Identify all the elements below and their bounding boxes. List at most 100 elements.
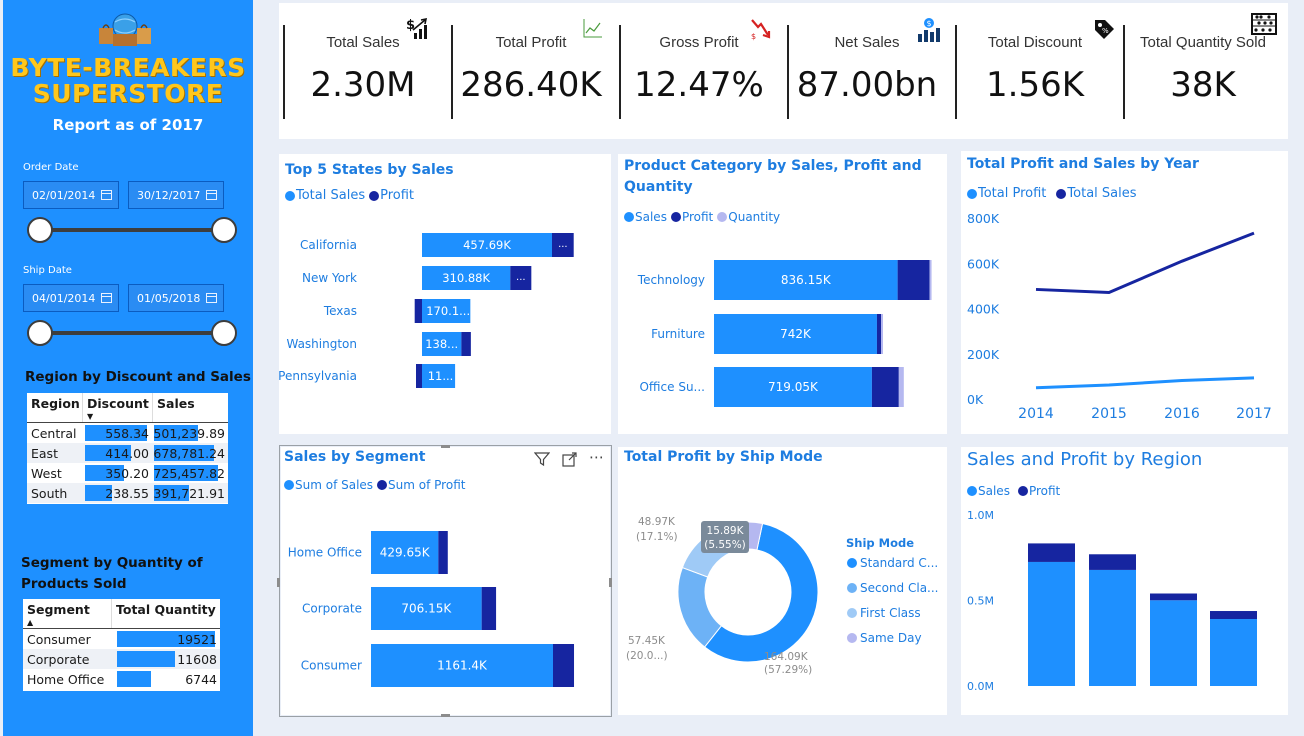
sales-data-label: 706.15K bbox=[401, 602, 452, 616]
sidebar: BYTE-BREAKERS SUPERSTORE Report as of 20… bbox=[3, 0, 253, 736]
profit-bar[interactable] bbox=[438, 531, 448, 574]
sales-column-west[interactable] bbox=[1028, 561, 1075, 686]
ship-date-slider-track[interactable] bbox=[41, 331, 227, 335]
table-row[interactable]: Corporate 11608 bbox=[23, 649, 220, 669]
ship-date-start-input[interactable]: 04/01/2014 bbox=[23, 284, 119, 312]
order-date-slider-end-handle[interactable] bbox=[211, 217, 237, 243]
legend-dot[interactable] bbox=[847, 633, 857, 643]
legend-dot[interactable] bbox=[847, 558, 857, 568]
table-row[interactable]: East 414.00 678,781.24 bbox=[27, 443, 228, 463]
profit-column-south[interactable] bbox=[1210, 611, 1257, 620]
price-tag-icon: % bbox=[1095, 20, 1114, 39]
year-trend-card[interactable]: Total Profit and Sales by Year Total Pro… bbox=[961, 151, 1288, 434]
region-name: Central bbox=[31, 425, 77, 441]
calendar-icon[interactable] bbox=[101, 293, 112, 303]
legend-item-label[interactable]: First Class bbox=[860, 606, 921, 620]
product-category-bar-chart: Technology 836.15K Furniture 742K Office Su.… bbox=[637, 260, 932, 407]
order-date-start-input[interactable]: 02/01/2014 bbox=[23, 181, 119, 209]
profit-bar[interactable] bbox=[481, 587, 497, 630]
column-header-region[interactable]: Region bbox=[27, 393, 82, 422]
calendar-icon[interactable] bbox=[206, 293, 217, 303]
order-date-end-value: 30/12/2017 bbox=[137, 189, 201, 202]
svg-text:%: % bbox=[1102, 27, 1109, 35]
ship-date-label: Ship Date bbox=[23, 265, 72, 276]
profit-bar[interactable] bbox=[416, 364, 422, 388]
resize-handle[interactable] bbox=[441, 445, 450, 448]
calendar-icon[interactable] bbox=[206, 190, 217, 200]
quantity-bar[interactable] bbox=[881, 314, 884, 354]
trend-down-icon: $ bbox=[751, 19, 771, 41]
column-header-discount-label: Discount bbox=[87, 396, 149, 411]
quantity-cell: 19521 bbox=[111, 629, 220, 649]
ship-date-slider-start-handle[interactable] bbox=[27, 320, 53, 346]
legend-dot[interactable] bbox=[847, 583, 857, 593]
order-date-end-input[interactable]: 30/12/2017 bbox=[128, 181, 224, 209]
order-date-slider-start-handle[interactable] bbox=[27, 217, 53, 243]
resize-handle[interactable] bbox=[277, 578, 280, 587]
ship-mode-card[interactable]: Total Profit by Ship Mode 164.09K (57.29%… bbox=[618, 447, 947, 715]
legend-item-label[interactable]: Same Day bbox=[860, 631, 922, 645]
category-label: Office Su... bbox=[639, 380, 705, 394]
order-date-label: Order Date bbox=[23, 162, 79, 173]
column-header-segment[interactable]: Segment ▲ bbox=[23, 599, 111, 628]
sales-value: 391,721.91 bbox=[153, 485, 225, 501]
legend-dot[interactable] bbox=[847, 608, 857, 618]
kpi-value: 2.30M bbox=[310, 65, 416, 105]
sort-ascending-icon[interactable]: ▲ bbox=[27, 618, 33, 627]
sales-column-east[interactable] bbox=[1089, 569, 1136, 686]
table-row[interactable]: Central 558.34 501,239.89 bbox=[27, 423, 228, 443]
discount-value: 558.34 bbox=[105, 425, 149, 441]
table-row[interactable]: Consumer 19521 bbox=[23, 629, 220, 649]
resize-handle[interactable] bbox=[441, 714, 450, 717]
profit-column-central[interactable] bbox=[1150, 593, 1197, 601]
quantity-bar[interactable] bbox=[898, 367, 904, 407]
table-row[interactable]: Home Office 6744 bbox=[23, 669, 220, 689]
discount-cell: 238.55 bbox=[82, 483, 152, 503]
sales-cell: 725,457.82 bbox=[152, 463, 228, 483]
series-line-total-profit[interactable] bbox=[1035, 376, 1255, 390]
x-tick-label: 2014 bbox=[1018, 406, 1054, 422]
series-line-total-sales[interactable] bbox=[1035, 231, 1255, 295]
quantity-bar[interactable] bbox=[929, 260, 932, 300]
column-header-discount[interactable]: Discount ▼ bbox=[82, 393, 152, 422]
category-label: Technology bbox=[637, 273, 705, 287]
quantity-cell: 6744 bbox=[111, 669, 220, 689]
sales-column-central[interactable] bbox=[1150, 600, 1197, 686]
profit-bar[interactable] bbox=[876, 314, 882, 354]
y-tick-label: 200K bbox=[967, 347, 1000, 362]
profit-bar[interactable] bbox=[871, 367, 899, 407]
column-header-sales[interactable]: Sales bbox=[152, 393, 228, 422]
sales-column-south[interactable] bbox=[1210, 619, 1257, 686]
profit-bar[interactable] bbox=[553, 644, 575, 687]
profit-column-west[interactable] bbox=[1028, 543, 1075, 562]
profit-bar[interactable] bbox=[414, 299, 422, 323]
ship-date-end-input[interactable]: 01/05/2018 bbox=[128, 284, 224, 312]
segment-label: Home Office bbox=[288, 546, 362, 560]
region-card[interactable]: Sales and Profit by Region Sales Profit … bbox=[961, 447, 1288, 715]
table-row[interactable]: West 350.20 725,457.82 bbox=[27, 463, 228, 483]
brand-name-line1: BYTE-BREAKERS bbox=[10, 53, 246, 82]
product-category-card[interactable]: Product Category by Sales, Profit and Qu… bbox=[618, 154, 947, 434]
profit-bar[interactable] bbox=[461, 332, 471, 356]
sort-descending-icon[interactable]: ▼ bbox=[87, 412, 93, 421]
top-states-card[interactable]: Top 5 States by Sales Total Sales Profit… bbox=[279, 154, 611, 434]
segment-label: Consumer bbox=[301, 659, 362, 673]
region-name: West bbox=[31, 465, 62, 481]
legend-item-label[interactable]: Second Cla... bbox=[860, 581, 939, 595]
sales-data-label: 429.65K bbox=[380, 546, 431, 560]
ship-date-slider-end-handle[interactable] bbox=[211, 320, 237, 346]
money-bars-icon: $ bbox=[918, 18, 940, 42]
segment-name: Consumer bbox=[27, 631, 91, 647]
segment-name: Corporate bbox=[27, 651, 90, 667]
order-date-slider-track[interactable] bbox=[41, 228, 227, 232]
sales-by-segment-card[interactable]: Sales by Segment Sum of Sales Sum of Pro… bbox=[281, 447, 610, 715]
legend-item-label[interactable]: Standard C... bbox=[860, 556, 938, 570]
profit-column-east[interactable] bbox=[1089, 554, 1136, 570]
profit-bar[interactable] bbox=[897, 260, 930, 300]
resize-handle[interactable] bbox=[609, 578, 612, 587]
calendar-icon[interactable] bbox=[101, 190, 112, 200]
sales-data-label: 1161.4K bbox=[437, 659, 488, 673]
table-row[interactable]: South 238.55 391,721.91 bbox=[27, 483, 228, 503]
column-header-total-quantity[interactable]: Total Quantity bbox=[111, 599, 220, 628]
profit-line-icon bbox=[583, 19, 602, 38]
